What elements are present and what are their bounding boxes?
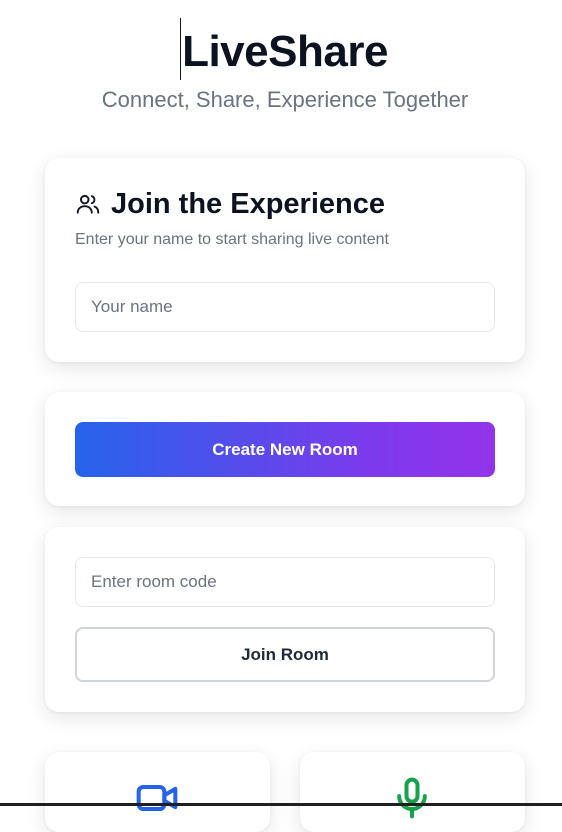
users-icon xyxy=(76,194,100,214)
create-room-button[interactable]: Create New Room xyxy=(75,422,495,477)
page-title-text: LiveShare xyxy=(182,27,388,76)
room-code-input[interactable] xyxy=(75,557,495,607)
join-room-card: Join Room xyxy=(45,527,525,712)
name-input[interactable] xyxy=(75,282,495,332)
page-subtitle: Connect, Share, Experience Together xyxy=(101,87,469,112)
card-title-row: Join the Experience xyxy=(75,186,385,222)
video-camera-icon xyxy=(136,784,178,812)
app-root: LiveShare Connect, Share, Experience Tog… xyxy=(0,0,562,832)
page-header: LiveShare Connect, Share, Experience Tog… xyxy=(0,18,562,114)
create-room-card: Create New Room xyxy=(45,392,525,506)
join-card-title: Join the Experience xyxy=(111,188,385,220)
feature-card-audio xyxy=(300,752,525,832)
text-caret xyxy=(180,18,182,80)
microphone-icon xyxy=(397,777,427,819)
feature-card-video xyxy=(45,752,270,832)
join-card-description: Enter your name to start sharing live co… xyxy=(75,231,389,248)
page-title: LiveShare xyxy=(180,18,388,80)
join-room-button[interactable]: Join Room xyxy=(75,627,495,682)
join-experience-card: Join the Experience Enter your name to s… xyxy=(45,158,525,362)
